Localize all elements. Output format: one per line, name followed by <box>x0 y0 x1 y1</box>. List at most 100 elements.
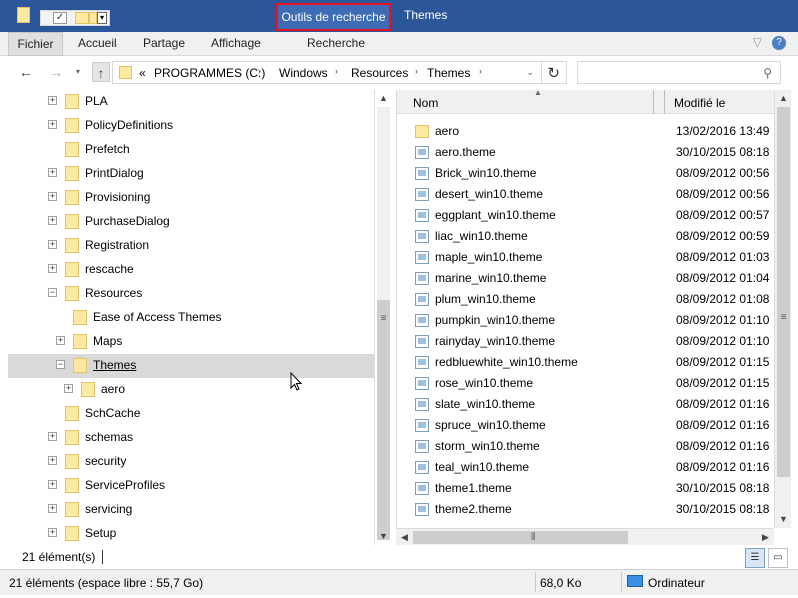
tree-item[interactable]: Prefetch <box>8 138 374 162</box>
expand-icon[interactable]: + <box>48 168 57 177</box>
tree-item[interactable]: − Resources <box>8 282 374 306</box>
file-row[interactable]: spruce_win10.theme 08/09/2012 01:16 <box>397 415 774 436</box>
scroll-thumb[interactable] <box>377 300 390 540</box>
file-row[interactable]: Brick_win10.theme 08/09/2012 00:56 <box>397 163 774 184</box>
chevron-right-icon[interactable]: › <box>415 66 418 76</box>
search-tools-tab[interactable]: Outils de recherche <box>276 3 391 31</box>
expand-icon[interactable]: + <box>48 264 57 273</box>
tree-item[interactable]: Ease of Access Themes <box>8 306 374 330</box>
tree-item[interactable]: + security <box>8 450 374 474</box>
tab-affichage[interactable]: Affichage <box>211 32 261 56</box>
expand-icon[interactable]: + <box>48 528 57 537</box>
address-dropdown-icon[interactable]: ⌄ <box>526 67 534 78</box>
column-date-modified[interactable]: Modifié le <box>674 96 725 110</box>
expand-icon[interactable]: + <box>64 384 73 393</box>
tab-fichier[interactable]: Fichier <box>8 32 63 56</box>
tab-partage[interactable]: Partage <box>143 32 185 56</box>
file-row[interactable]: rose_win10.theme 08/09/2012 01:15 <box>397 373 774 394</box>
tree-item[interactable]: + servicing <box>8 498 374 522</box>
forward-arrow-icon[interactable]: → <box>46 62 66 82</box>
expand-icon[interactable]: + <box>56 336 65 345</box>
search-input[interactable]: ⚲ <box>577 61 781 84</box>
file-row[interactable]: aero.theme 30/10/2015 08:18 <box>397 142 774 163</box>
file-row[interactable]: rainyday_win10.theme 08/09/2012 01:10 <box>397 331 774 352</box>
column-name[interactable]: Nom <box>413 96 438 110</box>
file-row[interactable]: theme2.theme 30/10/2015 08:18 <box>397 499 774 520</box>
file-row[interactable]: slate_win10.theme 08/09/2012 01:16 <box>397 394 774 415</box>
tree-scrollbar[interactable]: ▲ ≡ ▼ <box>374 90 391 545</box>
up-arrow-icon[interactable]: ↑ <box>92 62 110 82</box>
refresh-icon[interactable]: ↻ <box>547 64 560 82</box>
scroll-track[interactable] <box>377 107 390 300</box>
file-row[interactable]: maple_win10.theme 08/09/2012 01:03 <box>397 247 774 268</box>
address-bar[interactable]: « PROGRAMMES (C:) › Windows › Resources … <box>112 61 567 84</box>
scroll-down-icon[interactable]: ▼ <box>376 528 391 545</box>
scroll-thumb[interactable]: ⦀ <box>413 531 628 544</box>
breadcrumb-windows[interactable]: Windows <box>279 66 328 80</box>
search-icon[interactable]: ⚲ <box>763 66 772 80</box>
expand-icon[interactable]: + <box>48 456 57 465</box>
tree-item[interactable]: + PolicyDefinitions <box>8 114 374 138</box>
breadcrumb-drive[interactable]: PROGRAMMES (C:) <box>154 66 265 80</box>
back-arrow-icon[interactable]: ← <box>16 62 36 82</box>
file-row[interactable]: pumpkin_win10.theme 08/09/2012 01:10 <box>397 310 774 331</box>
expand-icon[interactable]: + <box>48 96 57 105</box>
tree-item[interactable]: + PurchaseDialog <box>8 210 374 234</box>
file-row[interactable]: liac_win10.theme 08/09/2012 00:59 <box>397 226 774 247</box>
tree-item[interactable]: SchCache <box>8 402 374 426</box>
tree-item[interactable]: + rescache <box>8 258 374 282</box>
breadcrumb-resources[interactable]: Resources <box>351 66 408 80</box>
expand-icon[interactable]: + <box>48 240 57 249</box>
chevron-right-icon[interactable]: › <box>335 66 338 76</box>
scroll-up-icon[interactable]: ▲ <box>376 90 391 107</box>
expand-icon[interactable]: + <box>48 432 57 441</box>
expand-icon[interactable]: + <box>48 120 57 129</box>
file-row[interactable]: teal_win10.theme 08/09/2012 01:16 <box>397 457 774 478</box>
details-view-icon[interactable]: ☰ <box>745 548 765 568</box>
tree-item[interactable]: + Setup <box>8 522 374 545</box>
tree-item[interactable]: + PrintDialog <box>8 162 374 186</box>
file-row[interactable]: storm_win10.theme 08/09/2012 01:16 <box>397 436 774 457</box>
file-row[interactable]: theme1.theme 30/10/2015 08:18 <box>397 478 774 499</box>
tab-recherche[interactable]: Recherche <box>307 32 365 56</box>
column-divider[interactable] <box>664 90 665 114</box>
tree-item[interactable]: − Themes <box>8 354 374 378</box>
column-divider[interactable] <box>653 90 654 114</box>
scroll-right-icon[interactable]: ▶ <box>757 529 774 546</box>
collapse-icon[interactable]: − <box>56 360 65 369</box>
properties-icon[interactable]: ✓ <box>53 12 67 24</box>
expand-ribbon-icon[interactable]: ▽ <box>753 35 762 49</box>
large-icons-view-icon[interactable]: ▭ <box>768 548 788 568</box>
scroll-up-icon[interactable]: ▲ <box>776 90 791 107</box>
scroll-left-icon[interactable]: ◀ <box>396 529 413 546</box>
tree-item[interactable]: + schemas <box>8 426 374 450</box>
new-folder-icon[interactable] <box>75 12 89 24</box>
collapse-icon[interactable]: − <box>48 288 57 297</box>
expand-icon[interactable]: + <box>48 216 57 225</box>
tree-item[interactable]: + aero <box>8 378 374 402</box>
expand-icon[interactable]: + <box>48 192 57 201</box>
scroll-thumb[interactable] <box>777 107 790 477</box>
file-row[interactable]: plum_win10.theme 08/09/2012 01:08 <box>397 289 774 310</box>
tree-item[interactable]: + Provisioning <box>8 186 374 210</box>
file-row[interactable]: redbluewhite_win10.theme 08/09/2012 01:15 <box>397 352 774 373</box>
tree-item[interactable]: + Maps <box>8 330 374 354</box>
help-icon[interactable]: ? <box>772 36 786 50</box>
tree-item[interactable]: + Registration <box>8 234 374 258</box>
customize-dropdown-icon[interactable]: ▾ <box>97 12 107 24</box>
chevron-right-icon[interactable]: › <box>479 66 482 76</box>
breadcrumb-overflow[interactable]: « <box>139 66 146 80</box>
tab-accueil[interactable]: Accueil <box>78 32 117 56</box>
tree-item[interactable]: + ServiceProfiles <box>8 474 374 498</box>
file-row[interactable]: eggplant_win10.theme 08/09/2012 00:57 <box>397 205 774 226</box>
file-row[interactable]: marine_win10.theme 08/09/2012 01:04 <box>397 268 774 289</box>
recent-locations-dropdown-icon[interactable]: ▾ <box>72 62 84 82</box>
chevron-right-icon[interactable]: › <box>258 66 261 76</box>
file-row[interactable]: desert_win10.theme 08/09/2012 00:56 <box>397 184 774 205</box>
scroll-down-icon[interactable]: ▼ <box>776 511 791 528</box>
horizontal-scrollbar[interactable]: ◀ ⦀ ▶ <box>396 528 774 545</box>
file-list-scrollbar[interactable]: ▲ ≡ ▼ <box>774 90 791 528</box>
expand-icon[interactable]: + <box>48 504 57 513</box>
tree-item[interactable]: + PLA <box>8 90 374 114</box>
file-row[interactable]: aero 13/02/2016 13:49 <box>397 121 774 142</box>
